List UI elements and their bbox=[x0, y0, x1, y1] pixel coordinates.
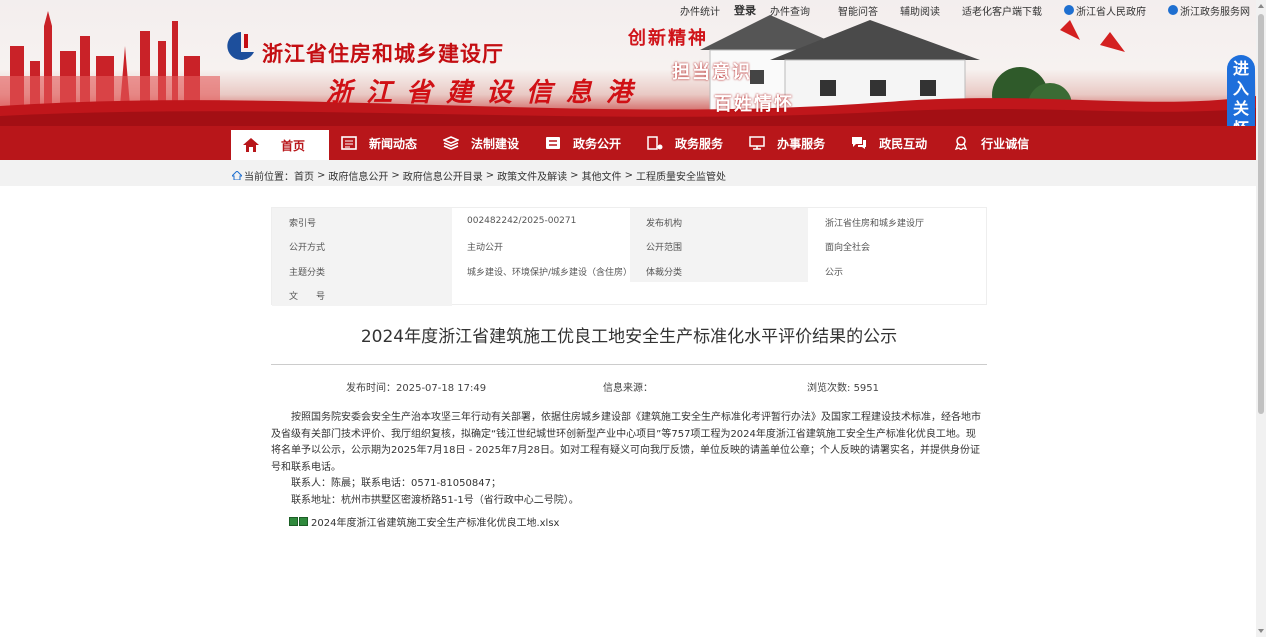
meta-topic-value: 城乡建设、环境保护/城乡建设（含住房） bbox=[467, 268, 633, 278]
breadcrumb-item[interactable]: 首页 bbox=[294, 168, 314, 183]
link-login[interactable]: 登录 bbox=[734, 2, 756, 18]
breadcrumb-item[interactable]: 其他文件 bbox=[582, 168, 622, 183]
gov-logo-icon bbox=[1064, 5, 1074, 15]
nav-affairs[interactable]: 办事服务 bbox=[737, 126, 839, 160]
article-title: 2024年度浙江省建筑施工优良工地安全生产标准化水平评价结果的公示 bbox=[360, 327, 898, 347]
care-char: 进 bbox=[1232, 59, 1249, 78]
home-icon bbox=[243, 137, 259, 153]
attachment-name: 2024年度浙江省建筑施工安全生产标准化优良工地.xlsx bbox=[311, 518, 560, 529]
publish-time-value: 2025-07-18 17:49 bbox=[396, 383, 487, 394]
header-banner: 浙江省住房和城乡建设厅 浙江省建设信息港 创新精神 担当意识 百姓情怀 办件统计… bbox=[0, 0, 1256, 126]
scroll-up-arrow-icon[interactable] bbox=[1258, 4, 1264, 8]
view-count-label: 浏览次数: bbox=[807, 383, 854, 394]
article-body: 按照国务院安委会安全生产治本攻坚三年行动有关部署，依据住房城乡建设部《建筑施工安… bbox=[271, 410, 983, 509]
award-icon bbox=[953, 135, 969, 151]
location-home-icon bbox=[232, 171, 242, 180]
slogan-1: 创新精神 bbox=[628, 28, 708, 49]
nav-interact[interactable]: 政民互动 bbox=[839, 126, 941, 160]
breadcrumb-prefix: 当前位置： bbox=[244, 172, 294, 183]
publish-time: 发布时间：2025-07-18 17:49 bbox=[346, 379, 486, 394]
attachment-link[interactable]: 2024年度浙江省建筑施工安全生产标准化优良工地.xlsx bbox=[289, 514, 559, 529]
meta-docno-label: 文 号 bbox=[289, 292, 326, 302]
article-address: 联系地址：杭州市拱墅区密渡桥路51-1号（省行政中心二号院）。 bbox=[291, 494, 579, 506]
care-char: 入 bbox=[1232, 79, 1249, 98]
nav-home[interactable]: 首页 bbox=[231, 130, 329, 160]
meta-scope-value: 面向全社会 bbox=[825, 243, 871, 253]
doc-meta-table: 索引号 002482242/2025-00271 发布机构 浙江省住房和城乡建设… bbox=[271, 207, 987, 306]
scroll-thumb[interactable] bbox=[1258, 14, 1264, 414]
publish-time-label: 发布时间： bbox=[346, 383, 396, 394]
xlsx-file-icon bbox=[299, 517, 308, 526]
info-source-label: 信息来源： bbox=[603, 383, 653, 394]
article-paragraph: 按照国务院安委会安全生产治本攻坚三年行动有关部署，依据住房城乡建设部《建筑施工安… bbox=[271, 412, 981, 473]
meta-scope-label: 公开范围 bbox=[646, 243, 683, 253]
breadcrumb-item[interactable]: 政府信息公开 bbox=[328, 168, 388, 183]
article-contact: 联系人：陈晨；联系电话：0571-81050847； bbox=[291, 478, 501, 489]
breadcrumb: 当前位置： 首页 > 政府信息公开 > 政府信息公开目录 > 政策文件及解读 > 其他文… bbox=[232, 168, 726, 183]
link-zj-service-label: 浙江政务服务网 bbox=[1180, 6, 1250, 18]
nav-credit[interactable]: 行业诚信 bbox=[941, 126, 1043, 160]
link-assist-read[interactable]: 辅助阅读 bbox=[900, 3, 940, 18]
nav-legal-label: 法制建设 bbox=[471, 136, 520, 151]
nav-news-label: 新闻动态 bbox=[369, 136, 418, 151]
chat-icon bbox=[851, 135, 867, 151]
info-source: 信息来源： bbox=[603, 379, 653, 394]
link-qa[interactable]: 智能问答 bbox=[838, 3, 878, 18]
nav-gov-open-label: 政务公开 bbox=[573, 136, 622, 151]
meta-genre-value: 公示 bbox=[825, 268, 844, 278]
nav-legal[interactable]: 法制建设 bbox=[431, 126, 533, 160]
meta-index-label: 索引号 bbox=[289, 219, 317, 229]
breadcrumb-item[interactable]: 政策文件及解读 bbox=[497, 168, 567, 183]
nav-credit-label: 行业诚信 bbox=[981, 136, 1030, 151]
link-elderly-app[interactable]: 适老化客户端下载 bbox=[962, 3, 1042, 18]
layers-icon bbox=[443, 135, 460, 151]
link-stats[interactable]: 办件统计 bbox=[680, 3, 720, 18]
ministry-logo-icon bbox=[227, 32, 254, 60]
nav-interact-label: 政民互动 bbox=[879, 136, 928, 151]
department-name: 浙江省住房和城乡建设厅 bbox=[262, 42, 504, 66]
nav-gov-service-label: 政务服务 bbox=[675, 136, 724, 151]
meta-genre-label: 体裁分类 bbox=[646, 268, 683, 278]
meta-mode-label: 公开方式 bbox=[289, 243, 326, 253]
breadcrumb-item[interactable]: 政府信息公开目录 bbox=[403, 168, 483, 183]
service-icon bbox=[647, 135, 663, 151]
slogan-3: 百姓情怀 bbox=[714, 94, 794, 115]
meta-org-value: 浙江省住房和城乡建设厅 bbox=[825, 219, 925, 229]
page-scrollbar[interactable] bbox=[1256, 0, 1266, 637]
title-divider bbox=[271, 364, 987, 365]
news-icon bbox=[341, 135, 357, 151]
meta-mode-value: 主动公开 bbox=[467, 243, 504, 253]
service-logo-icon bbox=[1168, 5, 1178, 15]
link-zj-gov[interactable]: 浙江省人民政府 bbox=[1064, 3, 1146, 18]
monitor-icon bbox=[749, 135, 765, 151]
doc-icon bbox=[545, 135, 561, 151]
slogan-2: 担当意识 bbox=[672, 62, 752, 83]
nav-gov-open[interactable]: 政务公开 bbox=[533, 126, 635, 160]
scroll-down-arrow-icon[interactable] bbox=[1258, 629, 1264, 633]
care-char: 关 bbox=[1232, 99, 1249, 118]
breadcrumb-bar: 当前位置： 首页 > 政府信息公开 > 政府信息公开目录 > 政策文件及解读 > 其他文… bbox=[0, 160, 1256, 186]
nav-home-label: 首页 bbox=[281, 138, 306, 153]
meta-org-label: 发布机构 bbox=[646, 219, 683, 229]
xlsx-file-icon bbox=[289, 517, 298, 526]
nav-gov-service[interactable]: 政务服务 bbox=[635, 126, 737, 160]
breadcrumb-item[interactable]: 工程质量安全监管处 bbox=[636, 168, 726, 183]
main-nav: 首页 新闻动态 法制建设 政务公开 政务服务 办事服务 政民互动 行业诚信 bbox=[0, 126, 1256, 160]
meta-index-value: 002482242/2025-00271 bbox=[467, 216, 577, 226]
nav-news[interactable]: 新闻动态 bbox=[329, 126, 431, 160]
meta-topic-label: 主题分类 bbox=[289, 268, 326, 278]
nav-affairs-label: 办事服务 bbox=[777, 136, 826, 151]
link-zj-service[interactable]: 浙江政务服务网 bbox=[1168, 3, 1250, 18]
view-count-value: 5951 bbox=[853, 383, 880, 394]
link-query[interactable]: 办件查询 bbox=[770, 3, 810, 18]
view-count: 浏览次数: 5951 bbox=[807, 379, 879, 394]
top-links: 办件统计 登录 办件查询 智能问答 辅助阅读 适老化客户端下载 浙江省人民政府 … bbox=[680, 2, 1250, 18]
site-name: 浙江省建设信息港 bbox=[326, 78, 647, 108]
link-zj-gov-label: 浙江省人民政府 bbox=[1076, 6, 1146, 18]
